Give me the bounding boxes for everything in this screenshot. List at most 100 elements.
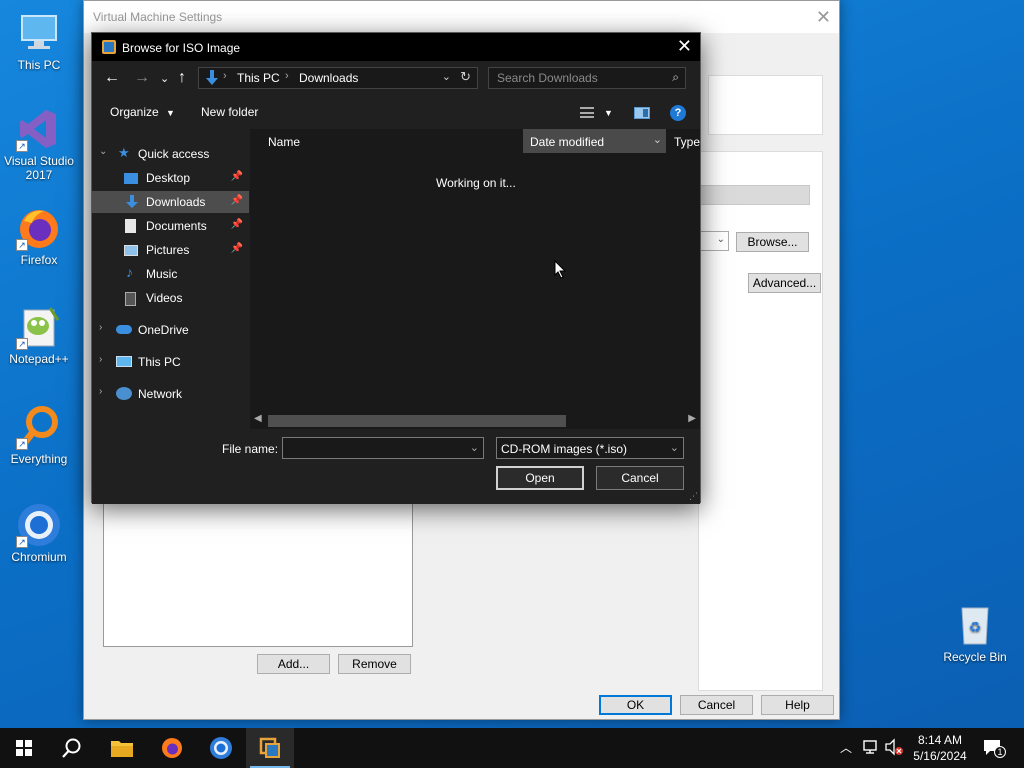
navigation-bar: ← → ⌄ ↑ › This PC › Downloads ⌄ ↻ ⌕ — [92, 61, 700, 97]
vm-close-icon[interactable]: ✕ — [816, 7, 831, 28]
search-icon — [62, 738, 81, 758]
nav-item-quick-access[interactable]: ⌄ ★ Quick access — [92, 143, 249, 165]
help-icon[interactable]: ? — [670, 105, 686, 121]
nav-item-label: Videos — [146, 291, 183, 305]
vm-hardware-list[interactable] — [103, 491, 413, 647]
organize-label: Organize — [110, 105, 159, 119]
breadcrumb-this-pc[interactable]: This PC — [237, 71, 280, 85]
vm-advanced-button[interactable]: Advanced... — [748, 273, 821, 293]
nav-item-documents[interactable]: Documents 📌 — [92, 215, 249, 237]
pin-icon: 📌 — [230, 195, 243, 206]
open-button[interactable]: Open — [496, 466, 584, 490]
vm-iso-path-dropdown[interactable]: ⌄ — [700, 231, 729, 251]
vm-ok-button[interactable]: OK — [599, 695, 672, 715]
chevron-right-icon[interactable]: › — [99, 322, 102, 333]
chevron-down-icon[interactable]: ⌄ — [442, 70, 451, 83]
file-name-combobox[interactable]: ⌄ — [282, 437, 484, 459]
vm-window-title: Virtual Machine Settings — [84, 1, 839, 33]
chevron-right-icon[interactable]: › — [99, 386, 102, 397]
recent-locations-chevron-icon[interactable]: ⌄ — [160, 70, 169, 88]
document-icon — [125, 219, 136, 233]
refresh-icon[interactable]: ↻ — [460, 69, 471, 85]
vm-remove-button[interactable]: Remove — [338, 654, 411, 674]
picture-icon — [124, 245, 138, 256]
vm-add-button[interactable]: Add... — [257, 654, 330, 674]
back-arrow-icon[interactable]: ← — [104, 69, 120, 87]
file-list-area[interactable]: Name Date modified ⌄ Type Working on it.… — [250, 129, 700, 429]
vm-disabled-field — [700, 185, 810, 205]
taskbar-vmware[interactable] — [246, 728, 294, 768]
chevron-down-icon[interactable]: ⌄ — [470, 441, 479, 454]
nav-item-this-pc[interactable]: › This PC — [92, 351, 249, 373]
chevron-right-icon[interactable]: › — [99, 354, 102, 365]
desktop-icon-recycle-bin[interactable]: ♻ Recycle Bin — [937, 602, 1013, 664]
column-header-type[interactable]: Type — [672, 129, 700, 153]
nav-item-videos[interactable]: Videos — [92, 287, 249, 309]
cloud-icon — [116, 325, 132, 334]
scrollbar-thumb[interactable] — [268, 415, 566, 427]
taskbar-chromium[interactable] — [197, 728, 245, 768]
search-icon[interactable]: ⌕ — [672, 70, 679, 85]
search-input[interactable] — [489, 68, 659, 88]
scroll-left-arrow-icon[interactable]: ◀ — [254, 413, 262, 424]
desktop-icon-everything[interactable]: ↗ Everything — [1, 404, 77, 466]
chromium-icon: ↗ — [16, 502, 62, 548]
notification-center-button[interactable]: 1 — [982, 738, 1006, 761]
pin-icon: 📌 — [230, 243, 243, 254]
taskbar-search-button[interactable] — [48, 728, 96, 768]
chevron-down-icon: ⌄ — [669, 442, 679, 454]
visual-studio-icon: ↗ — [16, 106, 62, 152]
star-icon: ★ — [118, 145, 130, 160]
column-header-label: Date modified — [530, 135, 605, 149]
network-status-icon[interactable] — [862, 738, 880, 759]
vm-help-button[interactable]: Help — [761, 695, 834, 715]
resize-grip-icon[interactable]: ⋰ — [689, 491, 698, 502]
desktop-icon-this-pc[interactable]: This PC — [1, 10, 77, 72]
change-view-icon[interactable] — [580, 107, 594, 118]
cancel-button[interactable]: Cancel — [596, 466, 684, 490]
nav-item-downloads[interactable]: Downloads 📌 — [92, 191, 249, 213]
shortcut-arrow-icon: ↗ — [16, 338, 28, 350]
nav-item-desktop[interactable]: Desktop 📌 — [92, 167, 249, 189]
breadcrumb-downloads[interactable]: Downloads — [299, 71, 358, 85]
desktop-icon-chromium[interactable]: ↗ Chromium — [1, 502, 77, 564]
music-note-icon: ♪ — [126, 264, 133, 280]
column-header-name[interactable]: Name — [250, 129, 520, 153]
search-box[interactable]: ⌕ — [488, 67, 686, 89]
taskbar-file-explorer[interactable] — [98, 728, 146, 768]
up-arrow-icon[interactable]: ↑ — [178, 69, 186, 87]
taskbar-firefox[interactable] — [148, 728, 196, 768]
new-folder-button[interactable]: New folder — [201, 105, 258, 119]
vm-cancel-button[interactable]: Cancel — [680, 695, 753, 715]
file-name-input[interactable] — [283, 438, 463, 458]
organize-button[interactable]: Organize ▼ — [110, 105, 175, 119]
close-icon[interactable]: ✕ — [677, 36, 692, 56]
preview-pane-icon[interactable] — [634, 107, 650, 119]
show-hidden-icons-chevron-icon[interactable]: ︿ — [840, 739, 852, 756]
recycle-bin-icon: ♻ — [952, 602, 998, 648]
file-type-value: CD-ROM images (*.iso) — [501, 442, 628, 456]
column-header-date-modified[interactable]: Date modified ⌄ — [523, 129, 666, 153]
scroll-right-arrow-icon[interactable]: ▶ — [688, 413, 696, 424]
taskbar-clock[interactable]: 8:14 AM 5/16/2024 — [908, 732, 972, 764]
nav-item-music[interactable]: ♪ Music — [92, 263, 249, 285]
start-button[interactable] — [0, 728, 48, 768]
forward-arrow-icon[interactable]: → — [134, 69, 150, 87]
address-bar[interactable]: › This PC › Downloads ⌄ ↻ — [198, 67, 478, 89]
caret-down-icon[interactable]: ▼ — [604, 108, 613, 118]
nav-item-label: Music — [146, 267, 178, 281]
vm-browse-button[interactable]: Browse... — [736, 232, 809, 252]
nav-item-pictures[interactable]: Pictures 📌 — [92, 239, 249, 261]
volume-muted-icon[interactable] — [884, 738, 904, 759]
file-type-select[interactable]: CD-ROM images (*.iso) ⌄ — [496, 437, 684, 459]
nav-item-onedrive[interactable]: › OneDrive — [92, 319, 249, 341]
desktop-icon-firefox[interactable]: ↗ Firefox — [1, 205, 77, 267]
chevron-down-icon[interactable]: ⌄ — [653, 133, 662, 146]
horizontal-scrollbar[interactable]: ◀ ▶ — [250, 413, 700, 427]
nav-item-label: OneDrive — [138, 323, 189, 337]
desktop-icon-visual-studio[interactable]: ↗ Visual Studio 2017 — [1, 106, 77, 182]
desktop-icon-notepad-plus-plus[interactable]: ↗ Notepad++ — [1, 304, 77, 366]
taskbar: ︿ 8:14 AM 5/16/2024 1 — [0, 728, 1024, 768]
nav-item-network[interactable]: › Network — [92, 383, 249, 405]
chevron-down-icon[interactable]: ⌄ — [99, 146, 107, 157]
